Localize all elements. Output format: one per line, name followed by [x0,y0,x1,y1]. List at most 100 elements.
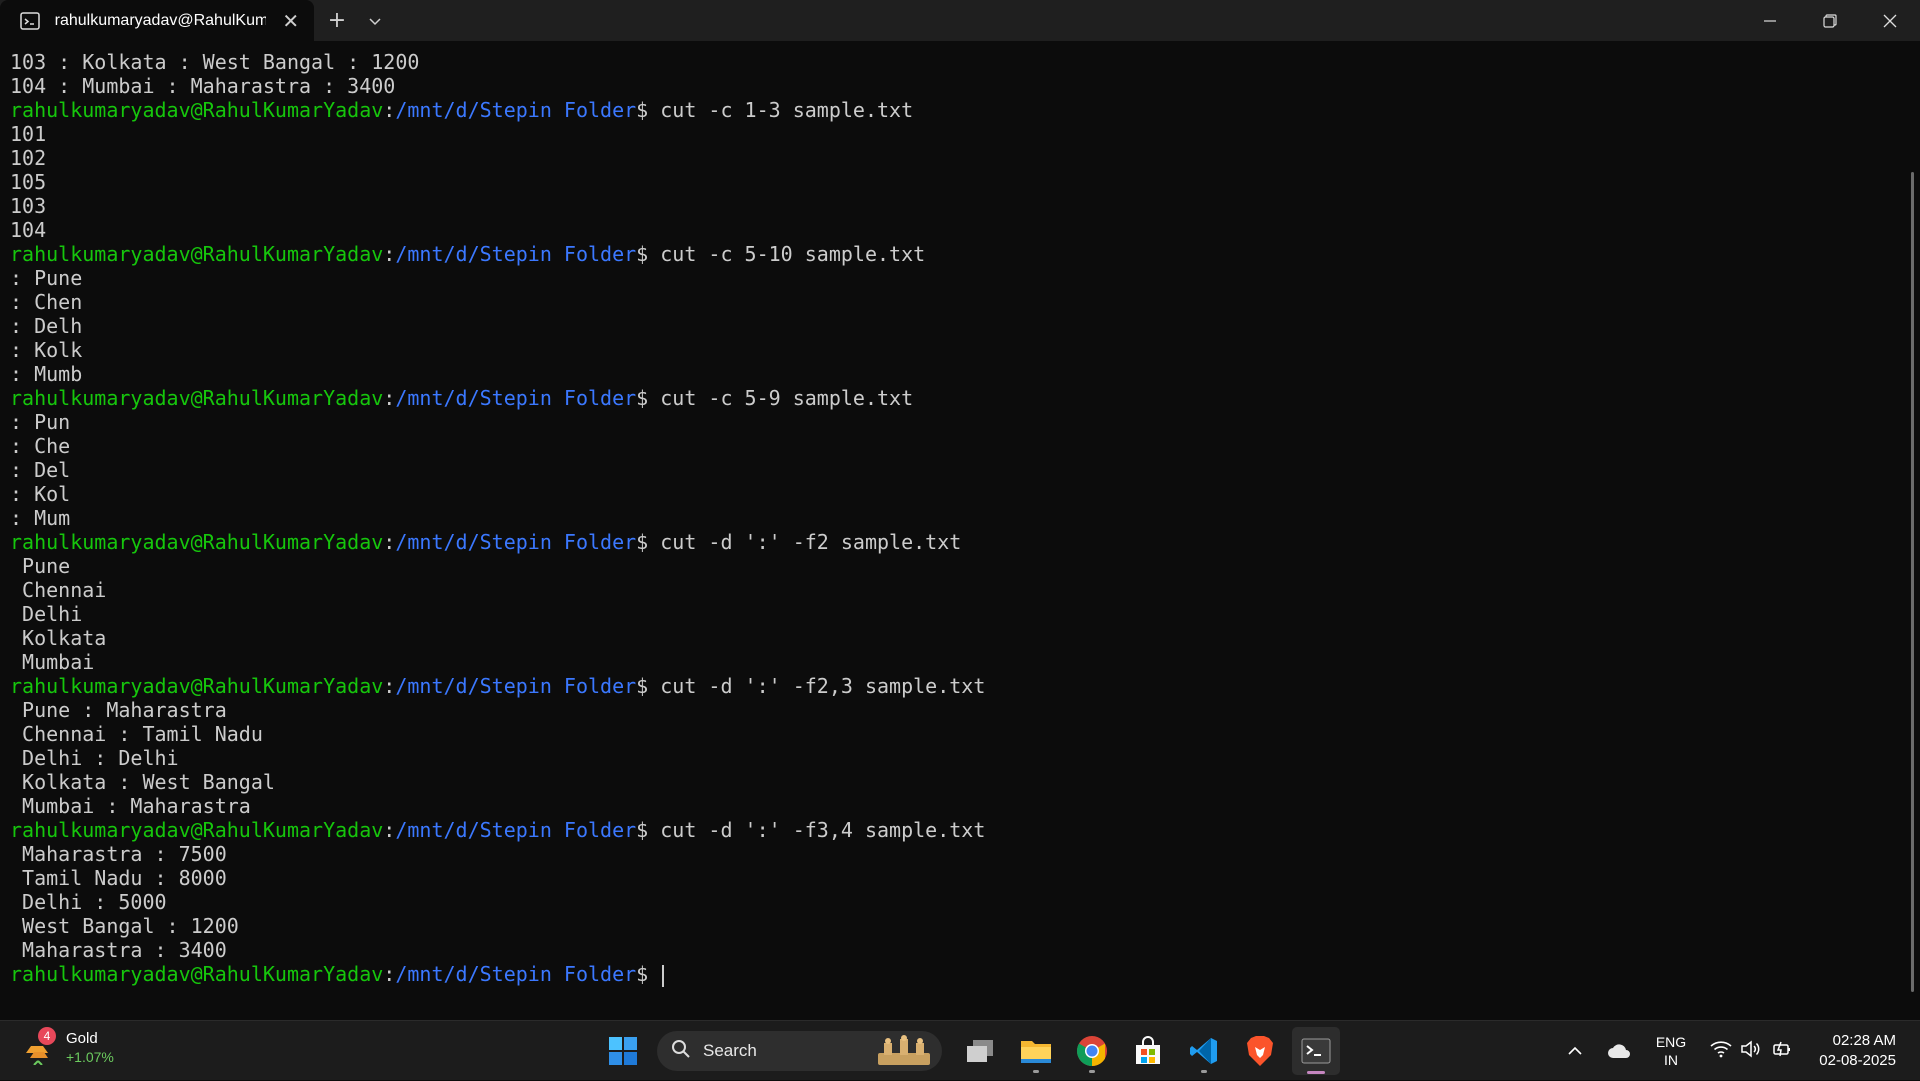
new-tab-button[interactable]: + [314,0,360,41]
restore-icon[interactable] [1800,0,1860,41]
running-indicator [1201,1070,1207,1073]
battery-icon [1771,1040,1793,1062]
language-indicator[interactable]: ENG IN [1641,1021,1701,1081]
quick-settings[interactable] [1701,1021,1801,1081]
prompt-path: /mnt/d/Stepin Folder [395,386,637,410]
output-line: Mumbai : Maharastra [10,794,251,818]
prompt-user: rahulkumaryadav@RahulKumarYadav [10,530,384,554]
output-line: : Mum [10,506,71,530]
output-line: Kolkata [10,626,107,650]
output-line: 103 [10,194,47,218]
terminal-app-icon[interactable] [1292,1027,1340,1075]
widget-title: Gold [66,1030,98,1047]
task-view-icon[interactable] [956,1027,1004,1075]
output-line: Maharastra : 7500 [10,842,227,866]
volume-icon [1740,1040,1762,1062]
output-line: Tamil Nadu : 8000 [10,866,227,890]
close-icon[interactable] [1860,0,1920,41]
output-line: : Delh [10,314,83,338]
output-line: Delhi : 5000 [10,890,167,914]
onedrive-icon[interactable] [1597,1021,1641,1081]
prompt-path: /mnt/d/Stepin Folder [395,962,637,986]
terminal-output[interactable]: 103 : Kolkata : West Bangal : 1200 104 : … [10,50,1890,987]
command-text: cut -c 1-3 sample.txt [660,98,914,122]
prompt-path: /mnt/d/Stepin Folder [395,818,637,842]
output-line: : Che [10,434,71,458]
search-label: Search [703,1041,757,1060]
prompt-separator: : [383,674,396,698]
output-line: 104 : Mumbai : Maharastra : 3400 [10,74,396,98]
chrome-icon[interactable] [1068,1027,1116,1075]
widget-change: +1.07% [66,1049,114,1065]
output-line: Kolkata : West Bangal [10,770,275,794]
command-text: cut -c 5-9 sample.txt [660,386,914,410]
search-icon [671,1039,691,1063]
close-tab-icon[interactable]: ✕ [280,9,303,33]
prompt-path: /mnt/d/Stepin Folder [395,674,637,698]
prompt-user: rahulkumaryadav@RahulKumarYadav [10,962,384,986]
terminal-tab[interactable]: rahulkumaryadav@RahulKum ✕ [0,0,314,41]
output-line: : Mumb [10,362,83,386]
prompt-user: rahulkumaryadav@RahulKumarYadav [10,98,384,122]
vscode-icon[interactable] [1180,1027,1228,1075]
output-line: : Kolk [10,338,83,362]
microsoft-store-icon[interactable] [1124,1027,1172,1075]
prompt-path: /mnt/d/Stepin Folder [395,530,637,554]
output-line: : Kol [10,482,71,506]
output-line: Maharastra : 3400 [10,938,227,962]
prompt-separator: : [383,386,396,410]
output-line: Pune : Maharastra [10,698,227,722]
clock[interactable]: 02:28 AM 02-08-2025 [1801,1021,1920,1081]
text-cursor [662,964,665,987]
output-line: : Pun [10,410,71,434]
file-explorer-icon[interactable] [1012,1027,1060,1075]
taskbar-search[interactable]: Search [657,1031,942,1071]
command-text: cut -c 5-10 sample.txt [660,242,926,266]
lang-bottom: IN [1664,1052,1678,1068]
gold-widget[interactable]: 4 Gold +1.07% [22,1027,114,1067]
minimize-icon[interactable] [1740,0,1800,41]
chevron-up-icon[interactable] [1553,1021,1597,1081]
taskbar: 4 Gold +1.07% Search ENG IN 02:28 AM 02-… [0,1020,1920,1080]
output-line: West Bangal : 1200 [10,914,239,938]
prompt-user: rahulkumaryadav@RahulKumarYadav [10,386,384,410]
prompt-path: /mnt/d/Stepin Folder [395,98,637,122]
scrollbar[interactable] [1911,172,1914,992]
brave-icon[interactable] [1236,1027,1284,1075]
chevron-down-icon[interactable] [360,0,390,41]
running-indicator [1033,1070,1039,1073]
prompt-user: rahulkumaryadav@RahulKumarYadav [10,242,384,266]
prompt-separator: : [383,962,396,986]
output-line: 101 [10,122,47,146]
windows-start-icon[interactable] [599,1027,647,1075]
notification-badge: 4 [38,1027,56,1045]
output-line: 105 [10,170,47,194]
prompt-symbol: $ [636,674,661,698]
command-text: cut -d ':' -f2,3 sample.txt [660,674,986,698]
prompt-line: rahulkumaryadav@RahulKumarYadav:/mnt/d/S… [10,98,1890,122]
clock-date: 02-08-2025 [1819,1052,1896,1069]
output-line: 102 [10,146,47,170]
prompt-line: rahulkumaryadav@RahulKumarYadav:/mnt/d/S… [10,818,1890,842]
prompt-user: rahulkumaryadav@RahulKumarYadav [10,674,384,698]
command-text: cut -d ':' -f2 sample.txt [660,530,962,554]
prompt-line: rahulkumaryadav@RahulKumarYadav:/mnt/d/S… [10,962,1890,987]
output-line: Mumbai [10,650,95,674]
output-line: Chennai [10,578,107,602]
prompt-line: rahulkumaryadav@RahulKumarYadav:/mnt/d/S… [10,242,1890,266]
prompt-symbol: $ [636,242,661,266]
tab-title: rahulkumaryadav@RahulKum [54,11,266,29]
command-text: cut -d ':' -f3,4 sample.txt [660,818,986,842]
active-indicator [1307,1071,1325,1074]
prompt-line: rahulkumaryadav@RahulKumarYadav:/mnt/d/S… [10,674,1890,698]
title-bar: rahulkumaryadav@RahulKum ✕ + [0,0,1920,41]
output-line: Delhi : Delhi [10,746,179,770]
prompt-symbol: $ [636,386,661,410]
prompt-separator: : [383,98,396,122]
output-line: Chennai : Tamil Nadu [10,722,263,746]
output-line: Pune [10,554,71,578]
prompt-symbol: $ [636,818,661,842]
wifi-icon [1709,1040,1732,1062]
output-line: : Del [10,458,71,482]
lang-top: ENG [1655,1034,1687,1050]
